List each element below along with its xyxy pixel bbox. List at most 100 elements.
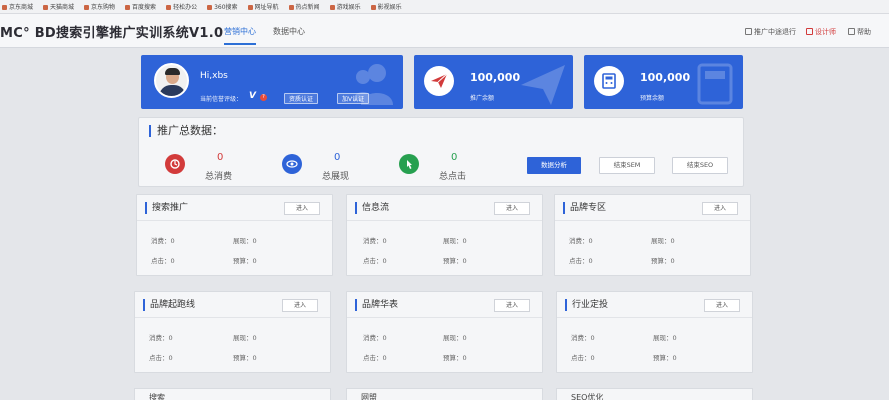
impressions-stat: 展现：0 bbox=[233, 237, 257, 245]
help-link[interactable]: 帮助 bbox=[848, 27, 871, 37]
bookmark-item[interactable]: 天猫商城 bbox=[43, 2, 74, 11]
calculator-decor-icon bbox=[697, 63, 733, 105]
impressions-stat: 展现：0 bbox=[443, 334, 467, 342]
top-header: MC° BD搜索引擎推广实训系统V1.0 营销中心 数据中心 推广中途退行 设计… bbox=[0, 14, 889, 48]
designer-link[interactable]: 设计师 bbox=[806, 27, 836, 37]
budget-balance-card: 100,000 预算余额 bbox=[584, 55, 743, 109]
panel-title: 信息流 bbox=[355, 202, 389, 214]
clicks-stat: 点击：0 bbox=[363, 354, 387, 362]
help-icon bbox=[848, 28, 855, 35]
panel-title: 品牌华表 bbox=[355, 299, 398, 311]
budget-stat: 预算：0 bbox=[233, 257, 257, 265]
help-label: 帮助 bbox=[857, 28, 871, 36]
bookmark-item[interactable]: 360搜索 bbox=[207, 2, 237, 11]
total-clicks-value: 0 bbox=[451, 152, 458, 163]
total-impressions-label: 总展现 bbox=[322, 172, 350, 182]
budget-balance-value: 100,000 bbox=[640, 71, 691, 84]
exit-promotion-label: 推广中途退行 bbox=[754, 28, 796, 36]
panel-title: 品牌专区 bbox=[563, 202, 606, 214]
brand-huabiao-panel: 品牌华表 进入 消费：0 展现：0 点击：0 预算：0 bbox=[346, 291, 543, 373]
bookmark-item[interactable]: 京东购物 bbox=[84, 2, 115, 11]
spend-stat: 消费：0 bbox=[363, 334, 387, 342]
tab-data-center[interactable]: 数据中心 bbox=[273, 26, 305, 37]
bookmark-item[interactable]: 轻松办公 bbox=[166, 2, 197, 11]
enter-button[interactable]: 进入 bbox=[494, 202, 530, 215]
budget-stat: 预算：0 bbox=[443, 257, 467, 265]
brand-zone-panel: 品牌专区 进入 消费：0 展现：0 点击：0 预算：0 bbox=[554, 194, 751, 276]
bookmark-item[interactable]: 影视娱乐 bbox=[371, 2, 402, 11]
designer-label: 设计师 bbox=[815, 28, 836, 36]
impressions-stat: 展现：0 bbox=[653, 334, 677, 342]
enter-button[interactable]: 进入 bbox=[494, 299, 530, 312]
search-promotion-panel: 搜索推广 进入 消费：0 展现：0 点击：0 预算：0 bbox=[136, 194, 333, 276]
panel-title: 品牌起跑线 bbox=[143, 299, 195, 311]
budget-stat: 预算：0 bbox=[233, 354, 257, 362]
panel-title: 网盟 bbox=[361, 393, 377, 400]
total-spend-label: 总消费 bbox=[205, 172, 233, 182]
users-decor-icon bbox=[353, 64, 393, 105]
clicks-stat: 点击：0 bbox=[571, 354, 595, 362]
eye-icon bbox=[282, 154, 302, 174]
promotion-balance-label: 推广余额 bbox=[470, 95, 495, 102]
bookmark-item[interactable]: 京东商城 bbox=[2, 2, 33, 11]
bottom-panel: 搜索 bbox=[134, 388, 331, 400]
total-clicks-label: 总点击 bbox=[439, 172, 467, 182]
enter-button[interactable]: 进入 bbox=[282, 299, 318, 312]
spend-stat: 消费：0 bbox=[151, 237, 175, 245]
budget-stat: 预算：0 bbox=[651, 257, 675, 265]
exit-promotion-link[interactable]: 推广中途退行 bbox=[745, 27, 796, 37]
spend-stat: 消费：0 bbox=[569, 237, 593, 245]
panel-title: SEO优化 bbox=[571, 393, 604, 400]
spend-icon bbox=[165, 154, 185, 174]
clicks-stat: 点击：0 bbox=[363, 257, 387, 265]
bookmark-item[interactable]: 网址导航 bbox=[248, 2, 279, 11]
paper-plane-icon bbox=[424, 66, 454, 96]
total-spend-value: 0 bbox=[217, 152, 224, 163]
bottom-panel: 网盟 bbox=[346, 388, 543, 400]
panel-title: 行业定投 bbox=[565, 299, 608, 311]
bookmarks-bar: 京东商城 天猫商城 京东购物 百度搜索 轻松办公 360搜索 网址导航 热点新闻… bbox=[0, 0, 889, 14]
bookmark-item[interactable]: 热点新闻 bbox=[289, 2, 320, 11]
spend-stat: 消费：0 bbox=[571, 334, 595, 342]
bottom-panel: SEO优化 bbox=[556, 388, 753, 400]
v-badge: V bbox=[249, 91, 256, 101]
end-sem-button[interactable]: 结束SEM bbox=[599, 157, 655, 174]
enter-button[interactable]: 进入 bbox=[284, 202, 320, 215]
enter-button[interactable]: 进入 bbox=[704, 299, 740, 312]
credit-level-label: 当前信誉评级： bbox=[200, 96, 243, 103]
clicks-stat: 点击：0 bbox=[569, 257, 593, 265]
budget-balance-label: 预算余额 bbox=[640, 95, 665, 102]
budget-stat: 预算：0 bbox=[443, 354, 467, 362]
panel-title: 搜索推广 bbox=[145, 202, 188, 214]
avatar bbox=[154, 63, 189, 98]
app-title: MC° BD搜索引擎推广实训系统V1.0 bbox=[0, 26, 224, 41]
tab-marketing-center[interactable]: 营销中心 bbox=[224, 26, 256, 45]
profile-card: Hi,xbs 当前信誉评级： V ? 资质认证 加V认证 bbox=[141, 55, 403, 109]
impressions-stat: 展现：0 bbox=[233, 334, 257, 342]
budget-stat: 预算：0 bbox=[653, 354, 677, 362]
promotion-balance-card: 100,000 推广余额 bbox=[414, 55, 573, 109]
exit-icon bbox=[745, 28, 752, 35]
end-seo-button[interactable]: 结束SEO bbox=[672, 157, 728, 174]
paper-plane-decor-icon bbox=[521, 65, 565, 105]
user-greeting: Hi,xbs bbox=[200, 71, 228, 81]
promotion-balance-value: 100,000 bbox=[470, 71, 521, 84]
spend-stat: 消费：0 bbox=[149, 334, 173, 342]
impressions-stat: 展现：0 bbox=[651, 237, 675, 245]
bookmark-item[interactable]: 游戏娱乐 bbox=[330, 2, 361, 11]
enter-button[interactable]: 进入 bbox=[702, 202, 738, 215]
summary-title: 推广总数据： bbox=[149, 125, 223, 137]
total-impressions-value: 0 bbox=[334, 152, 341, 163]
level-help-icon[interactable]: ? bbox=[260, 94, 267, 101]
qualification-verify-button[interactable]: 资质认证 bbox=[284, 93, 319, 104]
info-feed-panel: 信息流 进入 消费：0 展现：0 点击：0 预算：0 bbox=[346, 194, 543, 276]
brand-starting-line-panel: 品牌起跑线 进入 消费：0 展现：0 点击：0 预算：0 bbox=[134, 291, 331, 373]
industry-targeting-panel: 行业定投 进入 消费：0 展现：0 点击：0 预算：0 bbox=[556, 291, 753, 373]
budget-calculator-icon bbox=[594, 66, 624, 96]
designer-icon bbox=[806, 28, 813, 35]
spend-stat: 消费：0 bbox=[363, 237, 387, 245]
data-analysis-button[interactable]: 数据分析 bbox=[527, 157, 581, 174]
click-icon bbox=[399, 154, 419, 174]
bookmark-item[interactable]: 百度搜索 bbox=[125, 2, 156, 11]
panel-title: 搜索 bbox=[149, 393, 165, 400]
